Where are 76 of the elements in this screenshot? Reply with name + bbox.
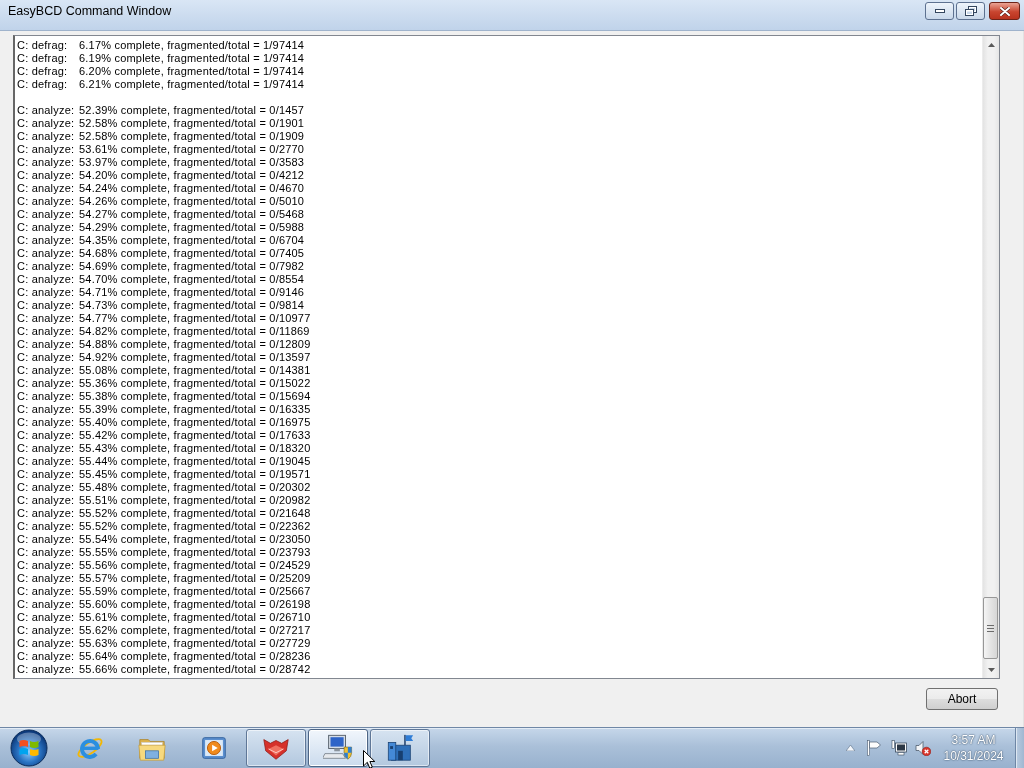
log-line: C: analyze: 54.71% complete, fragmented/total = 0/9146 [17, 286, 306, 299]
log-line: C: analyze: 54.26% complete, fragmented/total = 0/5010 [17, 195, 306, 208]
log-line: C: analyze: 54.70% complete, fragmented/total = 0/8554 [17, 273, 306, 286]
chevron-up-icon[interactable] [846, 745, 855, 751]
log-line: C: analyze: 55.54% complete, fragmented/total = 0/23050 [17, 533, 312, 546]
log-line: C: analyze: 55.44% complete, fragmented/total = 0/19045 [17, 455, 312, 468]
log-output-field[interactable] [13, 35, 1000, 679]
log-line: C: analyze: 55.57% complete, fragmented/total = 0/25209 [17, 572, 312, 585]
log-line: C: analyze: 55.51% complete, fragmented/total = 0/20982 [17, 494, 312, 507]
log-line: C: analyze: 55.62% complete, fragmented/total = 0/27217 [17, 624, 312, 637]
log-line: C: analyze: 55.59% complete, fragmented/total = 0/25667 [17, 585, 312, 598]
taskbar-button[interactable] [308, 729, 368, 767]
log-line: C: analyze: 54.27% complete, fragmented/total = 0/5468 [17, 208, 306, 221]
clock-time[interactable]: 3:57 AM [951, 732, 996, 748]
log-line: C: analyze: 54.20% complete, fragmented/total = 0/4212 [17, 169, 306, 182]
network-icon[interactable] [891, 740, 907, 756]
log-line: C: analyze: 55.55% complete, fragmented/total = 0/23793 [17, 546, 312, 559]
restore-button[interactable] [956, 2, 985, 20]
tower-icon[interactable] [385, 733, 415, 763]
flag-icon[interactable] [866, 740, 882, 756]
log-line: C: analyze: 55.66% complete, fragmented/total = 0/28742 [17, 663, 312, 676]
log-line: C: analyze: 55.39% complete, fragmented/total = 0/16335 [17, 403, 312, 416]
close-button[interactable] [989, 2, 1020, 20]
log-line: C: analyze: 55.61% complete, fragmented/total = 0/26710 [17, 611, 312, 624]
log-line: C: analyze: 55.48% complete, fragmented/total = 0/20302 [17, 481, 312, 494]
start-orb-icon[interactable] [9, 729, 48, 767]
log-line: C: analyze: 53.97% complete, fragmented/total = 0/3583 [17, 156, 306, 169]
log-line: C: analyze: 54.88% complete, fragmented/total = 0/12809 [17, 338, 312, 351]
log-line: C: analyze: 55.56% complete, fragmented/total = 0/24529 [17, 559, 312, 572]
log-line: C: analyze: 55.36% complete, fragmented/total = 0/15022 [17, 377, 312, 390]
log-line: C: analyze: 54.24% complete, fragmented/total = 0/4670 [17, 182, 306, 195]
scroll-thumb[interactable] [983, 597, 998, 659]
log-line: C: analyze: 54.35% complete, fragmented/total = 0/6704 [17, 234, 306, 247]
log-line: C: defrag: 6.21% complete, fragmented/total = 1/97414 [17, 78, 306, 91]
log-line: C: analyze: 54.68% complete, fragmented/total = 0/7405 [17, 247, 306, 260]
log-line: C: analyze: 55.45% complete, fragmented/total = 0/19571 [17, 468, 312, 481]
log-line: C: analyze: 55.52% complete, fragmented/total = 0/21648 [17, 507, 312, 520]
mouse-pointer-icon [363, 750, 375, 768]
log-line: C: defrag: 6.19% complete, fragmented/total = 1/97414 [17, 52, 306, 65]
log-line: C: analyze: 55.52% complete, fragmented/total = 0/22362 [17, 520, 312, 533]
log-line: C: analyze: 55.64% complete, fragmented/total = 0/28236 [17, 650, 312, 663]
log-line: C: analyze: 52.58% complete, fragmented/total = 0/1909 [17, 130, 306, 143]
log-line: C: defrag: 6.20% complete, fragmented/total = 1/97414 [17, 65, 306, 78]
clock-date[interactable]: 10/31/2024 [943, 748, 1004, 764]
abort-button[interactable]: Abort [926, 688, 998, 710]
log-line: C: analyze: 55.08% complete, fragmented/total = 0/14381 [17, 364, 312, 377]
log-line: C: analyze: 54.77% complete, fragmented/total = 0/10977 [17, 312, 312, 325]
caret-down-icon [987, 667, 995, 672]
log-line: C: analyze: 55.42% complete, fragmented/total = 0/17633 [17, 429, 312, 442]
taskbar-button[interactable] [246, 729, 306, 767]
restore-icon [964, 6, 977, 16]
speaker-muted-icon[interactable] [915, 740, 931, 756]
caret-up-icon [987, 42, 995, 47]
log-line: C: analyze: 55.60% complete, fragmented/total = 0/26198 [17, 598, 312, 611]
log-line: C: analyze: 54.69% complete, fragmented/total = 0/7982 [17, 260, 306, 273]
minimize-icon [934, 9, 945, 13]
close-icon [999, 6, 1010, 16]
log-line: C: analyze: 54.29% complete, fragmented/total = 0/5988 [17, 221, 306, 234]
computer-icon[interactable] [323, 733, 353, 763]
log-line: C: analyze: 54.92% complete, fragmented/total = 0/13597 [17, 351, 312, 364]
log-line: C: analyze: 52.39% complete, fragmented/total = 0/1457 [17, 104, 306, 117]
vertical-scrollbar[interactable] [982, 36, 999, 678]
log-line: C: analyze: 53.61% complete, fragmented/total = 0/2770 [17, 143, 306, 156]
log-line: C: analyze: 55.63% complete, fragmented/total = 0/27729 [17, 637, 312, 650]
log-line: C: analyze: 52.58% complete, fragmented/total = 0/1901 [17, 117, 306, 130]
log-line: C: analyze: 55.38% complete, fragmented/total = 0/15694 [17, 390, 312, 403]
window-title: EasyBCD Command Window [8, 4, 172, 19]
grip-lines-icon [987, 624, 994, 632]
taskbar-button[interactable] [370, 729, 430, 767]
minimize-button[interactable] [925, 2, 954, 20]
show-desktop-button[interactable] [1015, 728, 1024, 768]
log-line: C: defrag: 6.17% complete, fragmented/total = 1/97414 [17, 39, 306, 52]
log-line: C: analyze: 54.73% complete, fragmented/total = 0/9814 [17, 299, 306, 312]
log-line: C: analyze: 55.43% complete, fragmented/total = 0/18320 [17, 442, 312, 455]
log-line: C: analyze: 55.40% complete, fragmented/total = 0/16975 [17, 416, 312, 429]
log-line: C: analyze: 54.82% complete, fragmented/total = 0/11869 [17, 325, 311, 338]
